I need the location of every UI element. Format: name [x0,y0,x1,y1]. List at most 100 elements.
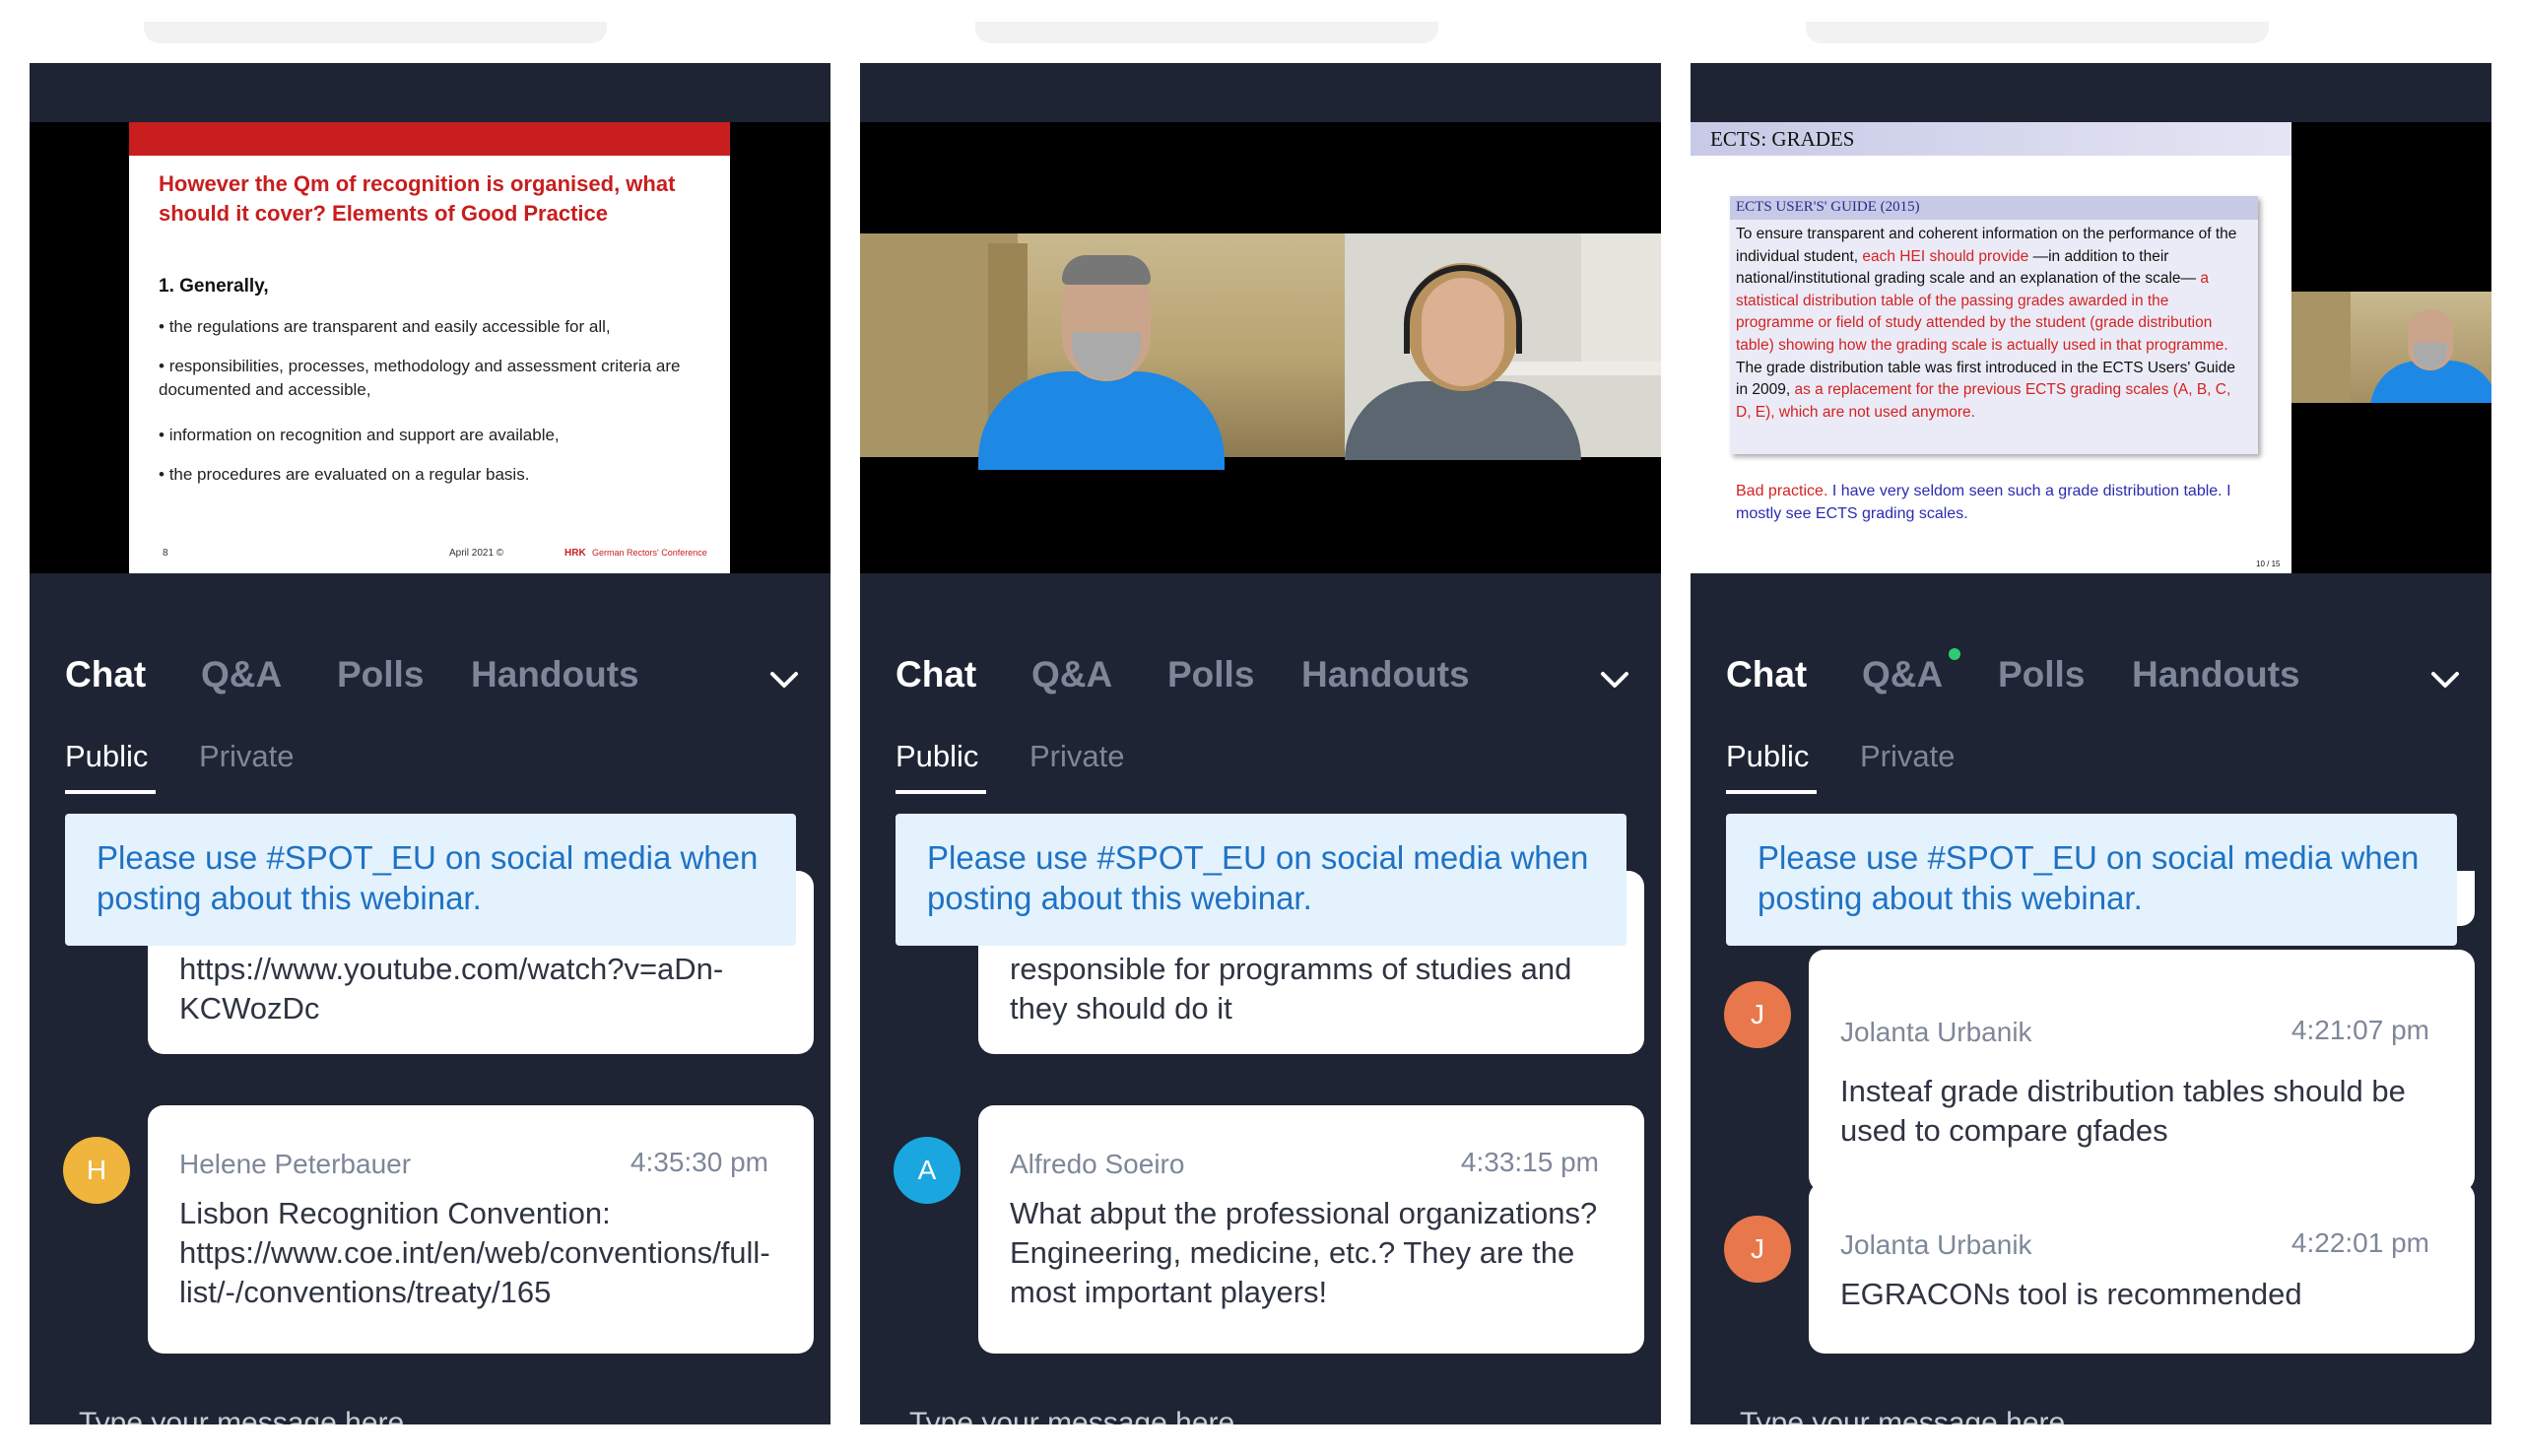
tab-chat[interactable]: Chat [65,654,146,695]
subtab-public[interactable]: Public [1726,739,1809,774]
webinar-panel-2: Chat Q&A Polls Handouts Public Private r… [860,63,1661,1424]
panel-tabs: Chat Q&A Polls Handouts [896,654,1628,713]
presentation-view: However the Qm of recognition is organis… [30,122,830,573]
avatar: A [894,1137,961,1204]
participant-video [860,233,1345,470]
message-author: Jolanta Urbanik [1840,1229,2032,1260]
slide-bullet-text: information on recognition and support a… [168,426,560,444]
presentation-view: ECTS: GRADES ECTS USER'S' GUIDE (2015) T… [1691,122,2491,573]
message-text: What abput the professional organization… [1010,1196,1598,1309]
chat-message: Jolanta Urbanik 4:22:01 pm EGRACONs tool… [1809,1182,2475,1354]
quote-box-text: To ensure transparent and coherent infor… [1736,224,2248,424]
message-time: 4:22:01 pm [2290,1227,2429,1258]
tab-polls[interactable]: Polls [337,654,424,695]
message-input[interactable]: Type your message here [79,1407,404,1424]
message-time: 4:35:30 pm [630,1147,768,1177]
subtab-private[interactable]: Private [1029,739,1124,774]
door [1581,233,1661,362]
pinned-notice: Please use #SPOT_EU on social media when… [65,814,796,946]
tab-polls[interactable]: Polls [1998,654,2085,695]
subtab-public[interactable]: Public [65,739,148,774]
subtab-private[interactable]: Private [1860,739,1955,774]
tab-qa[interactable]: Q&A [201,654,282,695]
chat-message: Alfredo Soeiro 4:33:15 pm What abput the… [978,1105,1644,1354]
tab-chat[interactable]: Chat [896,654,976,695]
slide-bullet-text: the procedures are evaluated on a regula… [168,465,530,484]
tab-qa[interactable]: Q&A [1862,654,1943,695]
slide-title: However the Qm of recognition is organis… [159,171,676,226]
panel-tabs: Chat Q&A Polls Handouts [1726,648,2459,713]
tab-qa[interactable]: Q&A [1031,654,1112,695]
webinar-panel-3: ECTS: GRADES ECTS USER'S' GUIDE (2015) T… [1691,63,2491,1424]
tab-chat[interactable]: Chat [1726,654,1807,695]
chevron-down-icon[interactable] [1595,660,1634,699]
slide-bullet-text: the regulations are transparent and easi… [168,317,611,336]
slide-date: April 2021 © [449,548,504,559]
chevron-down-icon[interactable] [2425,660,2465,699]
message-text: Lisbon Recognition Convention: https://w… [179,1196,770,1309]
message-author: Alfredo Soeiro [1010,1149,1185,1179]
chevron-down-icon[interactable] [764,660,804,699]
subtab-private[interactable]: Private [199,739,294,774]
tab-polls[interactable]: Polls [1167,654,1254,695]
webinar-panel-1: However the Qm of recognition is organis… [30,63,830,1424]
tab-handouts[interactable]: Handouts [2132,654,2300,695]
quote-highlight: as a replacement for the previous ECTS g… [1736,381,2231,421]
tab-handouts[interactable]: Handouts [471,654,639,695]
chat-message: Helene Peterbauer 4:35:30 pm Lisbon Reco… [148,1105,814,1354]
message-input[interactable]: Type your message here [909,1407,1234,1424]
slide-bullet-text: responsibilities, processes, methodology… [159,357,681,399]
note-label: Bad practice. [1736,483,1828,499]
slide-bullet: • the regulations are transparent and ea… [159,317,611,336]
slide-page-number: 8 [163,548,168,559]
slide-note: Bad practice. I have very seldom seen su… [1736,480,2258,525]
message-text: responsible for programms of studies and… [1010,952,1572,1026]
participant-thumbnail [2291,292,2491,403]
slide-page-number: 10 / 15 [2256,560,2281,568]
slide-header-bar [129,122,730,156]
top-handle [144,22,607,43]
message-text: https://www.youtube.com/watch?v=aDn-KCWo… [179,952,724,1026]
message-author: Helene Peterbauer [179,1149,412,1179]
presentation-slide: However the Qm of recognition is organis… [129,122,730,573]
tab-handouts[interactable]: Handouts [1301,654,1470,695]
bottom-edge [0,1424,2522,1456]
slide-quote-box: ECTS USER'S' GUIDE (2015) To ensure tran… [1730,196,2258,454]
video-view [860,122,1661,573]
chat-subtabs: Public Private [65,739,558,798]
slide-title: ECTS: GRADES [1710,127,1855,151]
top-handle [1806,22,2269,43]
avatar: J [1724,981,1791,1048]
pinned-notice: Please use #SPOT_EU on social media when… [1726,814,2457,946]
subtab-public[interactable]: Public [896,739,978,774]
slide-bullet: • information on recognition and support… [159,426,560,444]
message-time: 4:33:15 pm [1460,1147,1599,1177]
subtab-underline [1726,790,1817,794]
chat-message: Jolanta Urbanik 4:21:07 pm Insteaf grade… [1809,950,2475,1192]
quote-highlight: each HEI should provide [1862,247,2029,265]
top-handle [975,22,1438,43]
slide-heading: 1. Generally, [159,276,269,297]
notification-dot [1949,648,1960,660]
window [2291,292,2351,403]
slide-org-name: German Rectors' Conference [592,548,707,558]
slide-org-abbr: HRK [564,548,586,559]
person-hair [1062,255,1151,285]
subtab-underline [65,790,156,794]
slide-bullet: • the procedures are evaluated on a regu… [159,465,530,484]
person-body [1345,381,1581,460]
message-author: Jolanta Urbanik [1840,1017,2032,1047]
slide-bullet: • responsibilities, processes, methodolo… [159,357,681,399]
message-time: 4:21:07 pm [2290,1015,2429,1045]
pinned-notice: Please use #SPOT_EU on social media when… [896,814,1626,946]
message-text: Insteaf grade distribution tables should… [1840,1074,2406,1148]
avatar: J [1724,1216,1791,1283]
message-input[interactable]: Type your message here [1740,1407,2065,1424]
subtab-underline [896,790,986,794]
presentation-slide: ECTS: GRADES ECTS USER'S' GUIDE (2015) T… [1691,122,2291,573]
chat-subtabs: Public Private [896,739,1388,798]
message-text: EGRACONs tool is recommended [1840,1277,2302,1311]
participant-video [1345,233,1661,460]
quote-box-title: ECTS USER'S' GUIDE (2015) [1736,199,1920,215]
avatar: H [63,1137,130,1204]
